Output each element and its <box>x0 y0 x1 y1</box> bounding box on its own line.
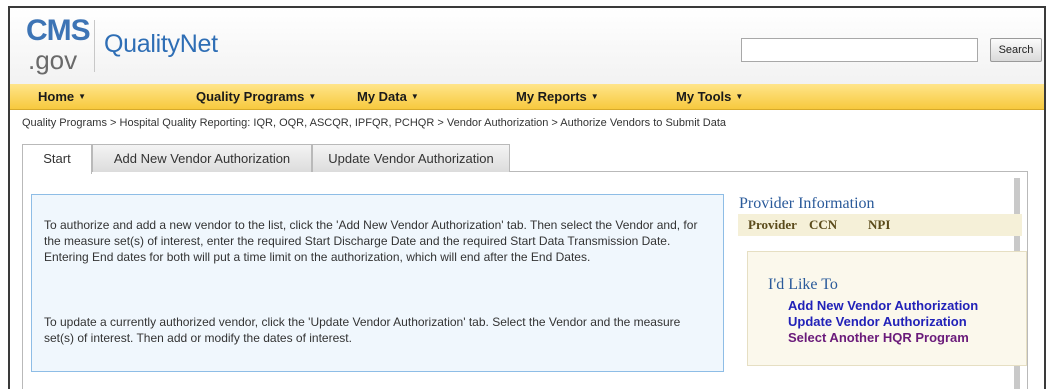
caret-down-icon: ▼ <box>590 92 599 101</box>
nav-item-my-reports[interactable]: My Reports ▼ <box>516 89 599 104</box>
tab-update-vendor-authorization[interactable]: Update Vendor Authorization <box>312 144 510 172</box>
select-another-hqr-program-link[interactable]: Select Another HQR Program <box>788 330 969 345</box>
nav-item-label: Quality Programs <box>196 89 305 104</box>
cms-gov-logo[interactable]: CMS .gov <box>26 14 91 80</box>
id-like-to-title: I'd Like To <box>768 276 838 293</box>
instructions-box: To authorize and add a new vendor to the… <box>31 194 724 372</box>
ccn-label: CCN <box>809 217 838 232</box>
instructions-paragraph-2: To update a currently authorized vendor,… <box>44 315 681 345</box>
breadcrumb[interactable]: Quality Programs > Hospital Quality Repo… <box>22 117 726 129</box>
update-vendor-authorization-link[interactable]: Update Vendor Authorization <box>788 314 967 329</box>
tab-start[interactable]: Start <box>22 144 92 174</box>
provider-info-bar: Provider CCN NPI <box>738 214 1022 236</box>
site-header: CMS .gov QualityNet Search <box>10 8 1044 84</box>
provider-info-title: Provider Information <box>739 195 875 212</box>
search-input[interactable] <box>741 38 978 62</box>
caret-down-icon: ▼ <box>410 92 419 101</box>
logo-gov-text: .gov <box>28 45 78 75</box>
logo-cms-text: CMS <box>26 14 91 47</box>
logo-divider <box>94 20 95 72</box>
page-frame: CMS .gov QualityNet Search Home ▼ Quality… <box>8 6 1046 389</box>
add-new-vendor-authorization-link[interactable]: Add New Vendor Authorization <box>788 298 978 313</box>
nav-item-label: My Data <box>357 89 407 104</box>
provider-label: Provider <box>748 217 797 232</box>
id-like-to-box: I'd Like To Add New Vendor Authorization… <box>747 251 1027 366</box>
nav-item-quality-programs[interactable]: Quality Programs ▼ <box>196 89 316 104</box>
nav-item-home[interactable]: Home ▼ <box>38 89 86 104</box>
qualitynet-brand[interactable]: QualityNet <box>104 30 218 59</box>
main-nav: Home ▼ Quality Programs ▼ My Data ▼ My Repo… <box>10 84 1044 110</box>
instructions-paragraph-1: To authorize and add a new vendor to the… <box>44 218 698 264</box>
tab-add-new-vendor-authorization[interactable]: Add New Vendor Authorization <box>92 144 312 172</box>
npi-label: NPI <box>868 217 891 232</box>
caret-down-icon: ▼ <box>735 92 744 101</box>
nav-item-my-tools[interactable]: My Tools ▼ <box>676 89 743 104</box>
nav-item-my-data[interactable]: My Data ▼ <box>357 89 419 104</box>
nav-item-label: My Tools <box>676 89 732 104</box>
search-button[interactable]: Search <box>990 38 1042 62</box>
nav-item-label: My Reports <box>516 89 587 104</box>
nav-item-label: Home <box>38 89 75 104</box>
caret-down-icon: ▼ <box>78 92 87 101</box>
caret-down-icon: ▼ <box>308 92 317 101</box>
